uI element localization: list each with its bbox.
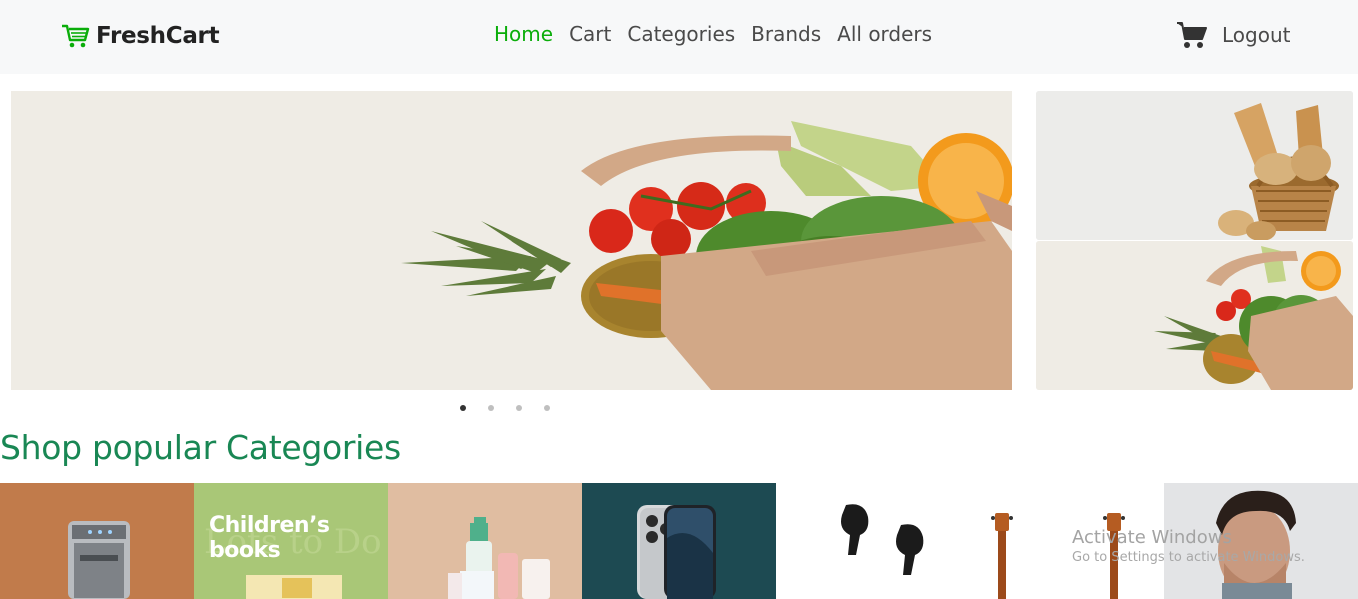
nav-categories[interactable]: Categories (627, 22, 735, 46)
carousel-dot-4[interactable] (544, 405, 550, 411)
brand-logo[interactable]: FreshCart (60, 22, 220, 50)
carousel-dot-1[interactable] (460, 405, 466, 411)
windows-activation-watermark: Activate Windows Go to Settings to activ… (1072, 527, 1305, 565)
logout-link[interactable]: Logout (1222, 23, 1290, 47)
category-beauty[interactable] (388, 483, 582, 599)
category-books[interactable]: Lots to Do Children’s books (194, 483, 388, 599)
main-nav: Home Cart Categories Brands All orders (494, 22, 932, 46)
nav-cart[interactable]: Cart (569, 22, 611, 46)
smartphone-image (582, 483, 776, 599)
carousel-dot-2[interactable] (488, 405, 494, 411)
skincare-products-image (388, 483, 582, 599)
side-banner-bread[interactable] (1036, 91, 1353, 240)
grocery-bag-illustration (11, 91, 1012, 390)
watermark-subtitle: Go to Settings to activate Windows. (1072, 550, 1305, 565)
vegetable-bag-illustration (1036, 241, 1353, 390)
navbar: FreshCart Home Cart Categories Brands Al… (0, 0, 1358, 74)
brand-name: FreshCart (96, 23, 220, 49)
cart-logo-icon (62, 24, 90, 48)
watermark-title: Activate Windows (1072, 527, 1232, 548)
category-electronics[interactable] (776, 483, 970, 599)
nav-all-orders[interactable]: All orders (837, 22, 932, 46)
category-banner-text: Children’s books (209, 513, 330, 563)
nav-home[interactable]: Home (494, 22, 553, 46)
nav-brands[interactable]: Brands (751, 22, 821, 46)
section-title: Shop popular Categories (0, 428, 401, 467)
hero-slider-image[interactable] (11, 91, 1012, 390)
carousel-dots (460, 405, 550, 411)
bread-basket-illustration (1036, 91, 1353, 240)
air-fryer-image (0, 483, 194, 599)
category-appliances[interactable] (0, 483, 194, 599)
earbuds-image (776, 483, 970, 599)
category-mobiles[interactable] (582, 483, 776, 599)
shopping-cart-icon[interactable] (1176, 20, 1208, 50)
side-banner-vegetables[interactable] (1036, 241, 1353, 390)
carousel-dot-3[interactable] (516, 405, 522, 411)
nav-right: Logout (1176, 20, 1290, 50)
